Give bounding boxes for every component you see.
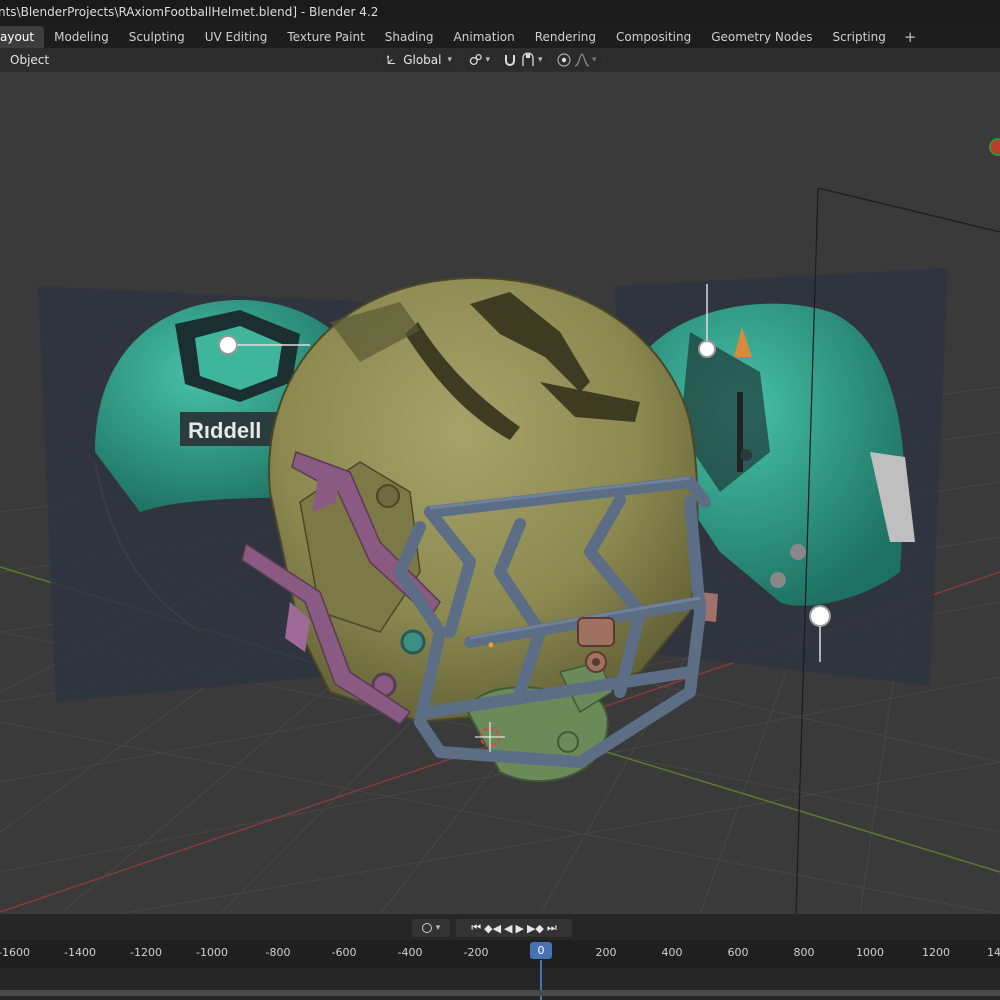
play-icon[interactable]: ▶ bbox=[516, 922, 524, 935]
plus-icon[interactable]: + bbox=[896, 26, 925, 48]
pivot-point-dropdown[interactable]: ▾ bbox=[464, 50, 494, 70]
next-keyframe-icon[interactable]: ▶◆ bbox=[527, 922, 544, 935]
object-menu[interactable]: Object bbox=[4, 50, 55, 70]
tab-layout[interactable]: ayout bbox=[0, 26, 45, 48]
window-title: nts\BlenderProjects\RAxiomFootballHelmet… bbox=[0, 5, 379, 19]
frame-tick: 1000 bbox=[856, 946, 884, 959]
frame-tick: 14 bbox=[987, 946, 1000, 959]
proportional-editing-icon[interactable] bbox=[556, 52, 572, 68]
frame-tick: 1200 bbox=[922, 946, 950, 959]
light-object-icon bbox=[989, 138, 1000, 156]
jump-end-icon[interactable]: ⏭ bbox=[547, 921, 557, 935]
timeline-editor: ▾ ⏮ ◆◀ ◀ ▶ ▶◆ ⏭ -1600 -1400 -1200 -1000 … bbox=[0, 914, 1000, 1000]
frame-tick: -1600 bbox=[0, 946, 30, 959]
tab-modeling[interactable]: Modeling bbox=[44, 26, 119, 48]
snap-target-icon[interactable] bbox=[520, 52, 536, 68]
frame-tick: -600 bbox=[331, 946, 357, 959]
frame-tick: 200 bbox=[595, 946, 617, 959]
frame-tick: 800 bbox=[793, 946, 815, 959]
frame-tick: -1400 bbox=[64, 946, 96, 959]
tab-uv-editing[interactable]: UV Editing bbox=[195, 26, 278, 48]
tab-scripting[interactable]: Scripting bbox=[822, 26, 895, 48]
orientation-icon bbox=[386, 54, 396, 64]
pivot-icon bbox=[469, 54, 482, 65]
frame-tick: -200 bbox=[463, 946, 489, 959]
transform-orientation-dropdown[interactable]: Global ▾ bbox=[382, 50, 456, 70]
chevron-down-icon: ▾ bbox=[447, 55, 452, 65]
chevron-down-icon: ▾ bbox=[435, 923, 441, 933]
frame-tick: -400 bbox=[397, 946, 423, 959]
workspace-tabs: ayout Modeling Sculpting UV Editing Text… bbox=[0, 26, 1000, 48]
helmet-model bbox=[241, 276, 718, 783]
tab-rendering[interactable]: Rendering bbox=[525, 26, 606, 48]
frame-tick: 600 bbox=[727, 946, 749, 959]
frame-ruler[interactable]: -1600 -1400 -1200 -1000 -800 -600 -400 -… bbox=[0, 942, 1000, 966]
proportional-editing-controls[interactable]: ▾ bbox=[552, 50, 602, 70]
frame-tick: 400 bbox=[661, 946, 683, 959]
transform-orientation-label: Global bbox=[403, 53, 442, 67]
tab-sculpting[interactable]: Sculpting bbox=[119, 26, 195, 48]
viewport-header: Object Global ▾ ▾ ▾ ▾ bbox=[0, 48, 1000, 72]
record-icon bbox=[421, 923, 432, 933]
falloff-curve-icon[interactable] bbox=[574, 52, 590, 68]
3d-viewport[interactable]: Rıddell bbox=[0, 72, 1000, 914]
play-reverse-icon[interactable]: ◀ bbox=[504, 922, 512, 935]
tab-compositing[interactable]: Compositing bbox=[606, 26, 701, 48]
frame-tick: -800 bbox=[265, 946, 291, 959]
window-title-bar: nts\BlenderProjects\RAxiomFootballHelmet… bbox=[0, 0, 1000, 24]
viewport-scene: Rıddell bbox=[0, 138, 1000, 914]
tab-shading[interactable]: Shading bbox=[375, 26, 444, 48]
playback-controls: ▾ ⏮ ◆◀ ◀ ▶ ▶◆ ⏭ bbox=[0, 914, 1000, 940]
tab-geometry-nodes[interactable]: Geometry Nodes bbox=[701, 26, 822, 48]
chevron-down-icon: ▾ bbox=[592, 55, 597, 65]
snapping-controls[interactable]: ▾ bbox=[498, 50, 548, 70]
frame-tick: -1200 bbox=[130, 946, 162, 959]
timeline-scrollbar[interactable] bbox=[0, 990, 1000, 996]
transport-buttons: ⏮ ◆◀ ◀ ▶ ▶◆ ⏭ bbox=[456, 919, 572, 937]
magnet-snap-icon[interactable] bbox=[502, 52, 518, 68]
current-frame-indicator[interactable]: 0 bbox=[530, 942, 552, 959]
chevron-down-icon: ▾ bbox=[538, 55, 543, 65]
reference-brand-text: Rıddell bbox=[188, 418, 261, 443]
frame-tick: -1000 bbox=[196, 946, 228, 959]
prev-keyframe-icon[interactable]: ◆◀ bbox=[484, 922, 501, 935]
tab-texture-paint[interactable]: Texture Paint bbox=[277, 26, 374, 48]
keyframe-record-dropdown[interactable]: ▾ bbox=[412, 919, 450, 937]
chevron-down-icon: ▾ bbox=[485, 55, 490, 65]
jump-start-icon[interactable]: ⏮ bbox=[471, 921, 481, 935]
tab-animation[interactable]: Animation bbox=[444, 26, 525, 48]
